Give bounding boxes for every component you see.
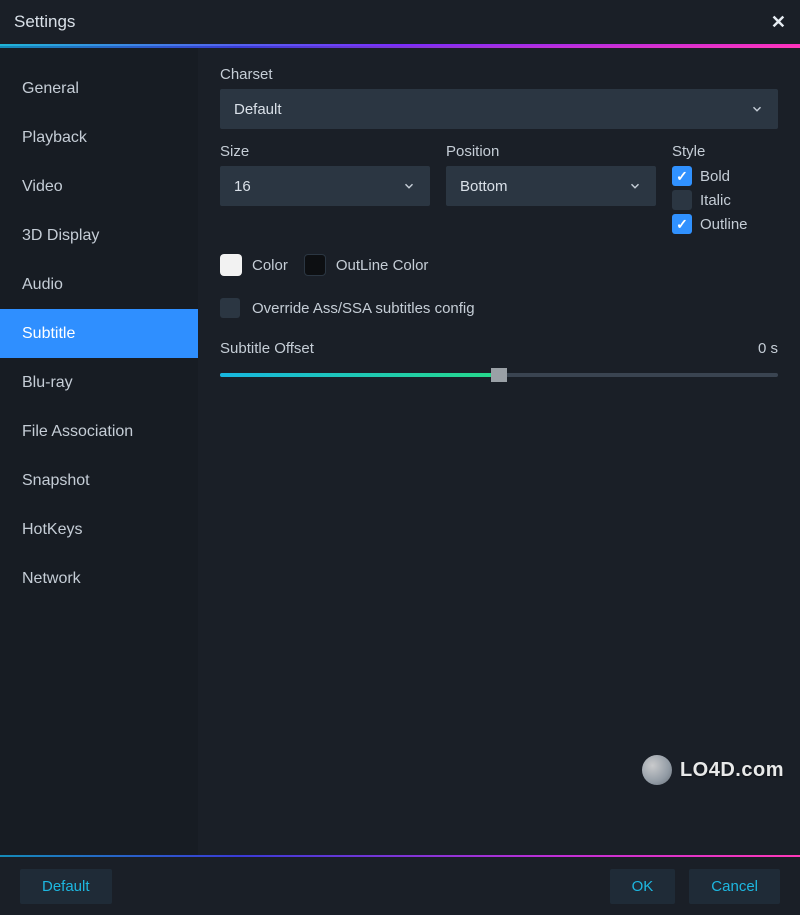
- slider-thumb-icon: [491, 368, 507, 382]
- sidebar-item-hotkeys[interactable]: HotKeys: [0, 505, 198, 554]
- checkbox-icon: [672, 190, 692, 210]
- sidebar-item-label: HotKeys: [22, 521, 82, 539]
- default-button-label: Default: [42, 878, 90, 895]
- style-bold-checkbox-row[interactable]: Bold: [672, 166, 778, 186]
- footer: Default OK Cancel: [0, 857, 800, 915]
- offset-slider[interactable]: [220, 367, 778, 383]
- globe-icon: [642, 755, 672, 785]
- settings-sidebar: General Playback Video 3D Display Audio …: [0, 48, 198, 855]
- color-label: Color: [252, 257, 288, 274]
- watermark: LO4D.com: [642, 755, 784, 785]
- offset-value: 0 s: [758, 340, 778, 357]
- style-italic-checkbox-row[interactable]: Italic: [672, 190, 778, 210]
- cancel-button-label: Cancel: [711, 878, 758, 895]
- override-row[interactable]: Override Ass/SSA subtitles config: [220, 298, 778, 318]
- size-label: Size: [220, 143, 430, 160]
- slider-fill: [220, 373, 499, 377]
- sidebar-item-label: Subtitle: [22, 325, 75, 343]
- sidebar-item-label: Video: [22, 178, 63, 196]
- size-value: 16: [234, 178, 251, 195]
- sidebar-item-label: 3D Display: [22, 227, 99, 245]
- position-select[interactable]: Bottom: [446, 166, 656, 206]
- sidebar-item-label: Snapshot: [22, 472, 90, 490]
- chevron-down-icon: [628, 179, 642, 193]
- chevron-down-icon: [750, 102, 764, 116]
- sidebar-item-general[interactable]: General: [0, 64, 198, 113]
- cancel-button[interactable]: Cancel: [689, 869, 780, 904]
- override-label: Override Ass/SSA subtitles config: [252, 300, 475, 317]
- sidebar-item-video[interactable]: Video: [0, 162, 198, 211]
- size-select[interactable]: 16: [220, 166, 430, 206]
- outline-color-swatch[interactable]: [304, 254, 326, 276]
- chevron-down-icon: [402, 179, 416, 193]
- style-outline-label: Outline: [700, 216, 748, 233]
- footer-right-buttons: OK Cancel: [610, 869, 780, 904]
- offset-label: Subtitle Offset: [220, 340, 314, 357]
- size-column: Size 16: [220, 143, 430, 238]
- sidebar-item-label: Network: [22, 570, 81, 588]
- window-body: General Playback Video 3D Display Audio …: [0, 48, 800, 855]
- checkbox-icon: [672, 166, 692, 186]
- sidebar-item-network[interactable]: Network: [0, 554, 198, 603]
- font-color-swatch[interactable]: [220, 254, 242, 276]
- sidebar-item-snapshot[interactable]: Snapshot: [0, 456, 198, 505]
- sidebar-item-file-association[interactable]: File Association: [0, 407, 198, 456]
- sidebar-item-playback[interactable]: Playback: [0, 113, 198, 162]
- window-title: Settings: [14, 12, 75, 32]
- checkbox-icon: [672, 214, 692, 234]
- close-icon[interactable]: ✕: [771, 12, 786, 33]
- ok-button[interactable]: OK: [610, 869, 676, 904]
- charset-select[interactable]: Default: [220, 89, 778, 129]
- sidebar-item-subtitle[interactable]: Subtitle: [0, 309, 198, 358]
- style-label: Style: [672, 143, 778, 160]
- outline-color-label: OutLine Color: [336, 257, 429, 274]
- ok-button-label: OK: [632, 878, 654, 895]
- sidebar-item-audio[interactable]: Audio: [0, 260, 198, 309]
- charset-label: Charset: [220, 66, 778, 83]
- sidebar-item-label: Blu-ray: [22, 374, 73, 392]
- sidebar-item-label: Audio: [22, 276, 63, 294]
- size-position-style-row: Size 16 Position Bottom: [220, 143, 778, 238]
- checkbox-icon: [220, 298, 240, 318]
- charset-value: Default: [234, 101, 282, 118]
- sidebar-item-label: Playback: [22, 129, 87, 147]
- sidebar-item-3d-display[interactable]: 3D Display: [0, 211, 198, 260]
- sidebar-item-label: General: [22, 80, 79, 98]
- titlebar: Settings ✕: [0, 0, 800, 46]
- position-label: Position: [446, 143, 656, 160]
- watermark-text: LO4D.com: [680, 759, 784, 782]
- color-row: Color OutLine Color: [220, 254, 778, 276]
- default-button[interactable]: Default: [20, 869, 112, 904]
- sidebar-item-bluray[interactable]: Blu-ray: [0, 358, 198, 407]
- settings-window: Settings ✕ General Playback Video 3D Dis…: [0, 0, 800, 915]
- style-outline-checkbox-row[interactable]: Outline: [672, 214, 778, 234]
- subtitle-offset-block: Subtitle Offset 0 s: [220, 340, 778, 383]
- style-column: Style Bold Italic Outline: [672, 143, 778, 238]
- subtitle-settings-panel: Charset Default Size 16: [198, 48, 800, 855]
- position-column: Position Bottom: [446, 143, 656, 238]
- sidebar-item-label: File Association: [22, 423, 133, 441]
- offset-header: Subtitle Offset 0 s: [220, 340, 778, 357]
- position-value: Bottom: [460, 178, 508, 195]
- style-bold-label: Bold: [700, 168, 730, 185]
- style-italic-label: Italic: [700, 192, 731, 209]
